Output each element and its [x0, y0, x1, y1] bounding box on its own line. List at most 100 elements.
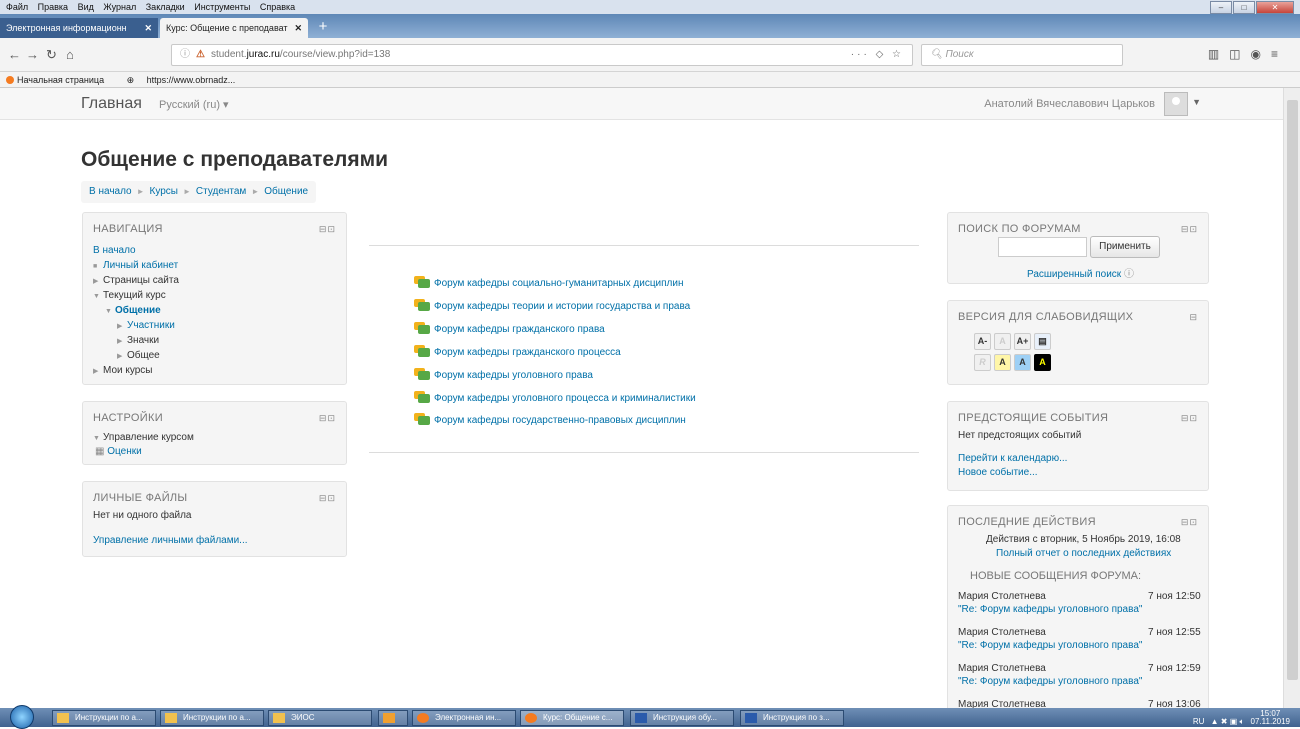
forum-link[interactable]: Форум кафедры социально-гуманитарных дис… — [414, 276, 684, 289]
insecure-lock-icon[interactable]: ⚠ — [196, 49, 205, 60]
user-name[interactable]: Анатолий Вячеславович Царьков — [984, 98, 1155, 110]
forum-link[interactable]: Форум кафедры уголовного права — [414, 368, 593, 381]
advanced-search-link[interactable]: Расширенный поиск ⓘ — [1027, 265, 1134, 280]
url-bar[interactable]: ⓘ ⚠ student.jurac.ru/course/view.php?id=13… — [171, 44, 913, 66]
font-increase-button[interactable]: A+ — [1014, 333, 1031, 350]
close-tab-icon[interactable]: ✕ — [294, 18, 302, 38]
help-icon[interactable]: ⓘ — [1124, 269, 1134, 280]
nav-current-course[interactable]: ▼ Текущий курс — [93, 290, 166, 301]
url-path: /course/view.php?id=138 — [279, 49, 391, 60]
color-black-button[interactable]: A — [1034, 354, 1051, 371]
hamburger-menu-icon[interactable]: ≡ — [1271, 47, 1288, 61]
color-yellow-button[interactable]: A — [994, 354, 1011, 371]
breadcrumb-courses[interactable]: Курсы — [150, 186, 178, 197]
menu-history[interactable]: Журнал — [103, 2, 136, 12]
nav-my-courses[interactable]: ▶ Мои курсы — [93, 365, 153, 376]
nav-badges[interactable]: ▶ Значки — [117, 335, 159, 346]
brand-link[interactable]: Главная — [81, 95, 142, 113]
taskbar-item[interactable]: ЭИОС — [268, 710, 372, 726]
sidebar-icon[interactable]: ◫ — [1229, 47, 1250, 61]
grades-link[interactable]: ▦ Оценки — [95, 446, 142, 457]
menu-help[interactable]: Справка — [260, 2, 295, 12]
manage-files-link[interactable]: Управление личными файлами... — [93, 535, 248, 546]
taskbar-item[interactable]: Инструкции по а... — [52, 710, 156, 726]
maximize-button[interactable]: □ — [1233, 1, 1255, 14]
extension-icon[interactable]: ◉ — [1251, 47, 1271, 61]
block-controls-icon[interactable]: ⊟⊡ — [319, 493, 336, 504]
nav-site-pages[interactable]: ▶ Страницы сайта — [93, 275, 179, 286]
nav-general[interactable]: ▶ Общее — [117, 350, 160, 361]
save-settings-icon[interactable]: ▤ — [1034, 333, 1051, 350]
font-reset-button[interactable]: A — [994, 333, 1011, 350]
block-controls-icon[interactable]: ⊟⊡ — [1181, 517, 1198, 528]
minimize-button[interactable]: – — [1210, 1, 1232, 14]
close-window-button[interactable]: ✕ — [1256, 1, 1294, 14]
nav-course-communication[interactable]: ▼ Общение — [105, 305, 161, 316]
menu-bookmarks[interactable]: Закладки — [146, 2, 185, 12]
menu-edit[interactable]: Правка — [38, 2, 68, 12]
block-controls-icon[interactable]: ⊟⊡ — [319, 413, 336, 424]
forward-icon[interactable]: → — [26, 47, 39, 62]
language-menu[interactable]: Русский (ru) ▾ — [159, 98, 229, 111]
page-scrollbar[interactable] — [1283, 88, 1300, 708]
breadcrumb-home[interactable]: В начало — [89, 186, 132, 197]
forum-link[interactable]: Форум кафедры гражданского права — [414, 322, 605, 335]
forum-search-input[interactable] — [998, 237, 1087, 257]
forum-link[interactable]: Форум кафедры государственно-правовых ди… — [414, 413, 686, 426]
nav-home-link[interactable]: В начало — [93, 245, 136, 256]
page-actions-icon[interactable]: ··· ◇ ☆ — [851, 45, 904, 65]
new-event-link[interactable]: Новое событие... — [958, 467, 1038, 478]
taskbar-item[interactable]: Электронная ин... — [412, 710, 516, 726]
reload-icon[interactable]: ↻ — [46, 47, 57, 63]
block-controls-icon[interactable]: ⊟⊡ — [1181, 413, 1198, 424]
taskbar-item[interactable]: Инструкции по а... — [160, 710, 264, 726]
tab-course[interactable]: Курс: Общение с преподават ✕ — [160, 18, 308, 38]
avatar[interactable] — [1164, 92, 1188, 116]
forum-link[interactable]: Форум кафедры гражданского процесса — [414, 345, 621, 358]
start-button[interactable] — [10, 705, 34, 729]
color-blue-button[interactable]: A — [1014, 354, 1031, 371]
close-tab-icon[interactable]: ✕ — [144, 18, 152, 38]
bookmark-obrnadzor[interactable]: ⊕ https://www.obrnadz... — [127, 75, 246, 85]
collapsed-arrow-icon: ▶ — [117, 353, 123, 360]
font-decrease-button[interactable]: A- — [974, 333, 991, 350]
toolbar-icons: ▥◫◉≡ — [1208, 47, 1288, 61]
breadcrumb-communication[interactable]: Общение — [264, 186, 308, 197]
menu-view[interactable]: Вид — [78, 2, 94, 12]
block-controls-icon[interactable]: ⊟ — [1189, 312, 1198, 323]
user-menu-caret-icon[interactable]: ▼ — [1192, 97, 1201, 107]
taskbar-outlook[interactable] — [378, 710, 408, 726]
taskbar-item[interactable]: Инструкция по з... — [740, 710, 844, 726]
menu-file[interactable]: Файл — [6, 2, 28, 12]
full-report-link[interactable]: Полный отчет о последних действиях — [996, 548, 1171, 559]
post-subject-link[interactable]: "Re: Форум кафедры уголовного права" — [958, 604, 1142, 615]
info-icon[interactable]: ⓘ — [180, 45, 190, 65]
browser-search-input[interactable]: 🔍︎ Поиск — [921, 44, 1123, 66]
home-icon[interactable]: ⌂ — [66, 47, 74, 62]
tab-eios[interactable]: Электронная информационн ✕ — [0, 18, 158, 38]
nav-dashboard[interactable]: ■ Личный кабинет — [93, 260, 178, 271]
scrollbar-thumb[interactable] — [1287, 100, 1298, 680]
block-controls-icon[interactable]: ⊟⊡ — [1181, 224, 1198, 235]
calendar-link[interactable]: Перейти к календарю... — [958, 453, 1067, 464]
course-admin-item[interactable]: ▼ Управление курсом — [93, 432, 194, 443]
forum-link[interactable]: Форум кафедры уголовного процесса и крим… — [414, 391, 696, 404]
bookmark-home[interactable]: Начальная страница — [6, 75, 114, 85]
color-reset-button[interactable]: R — [974, 354, 991, 371]
nav-participants[interactable]: ▶ Участники — [117, 320, 175, 331]
new-tab-icon[interactable]: + — [314, 18, 332, 36]
language-indicator[interactable]: RU — [1193, 717, 1205, 726]
menu-tools[interactable]: Инструменты — [194, 2, 250, 12]
tray-icons[interactable]: ▲ ✖ ▣ 🔈︎ — [1211, 717, 1245, 726]
block-controls-icon[interactable]: ⊟⊡ — [319, 224, 336, 235]
apply-search-button[interactable]: Применить — [1090, 236, 1160, 258]
library-icon[interactable]: ▥ — [1208, 47, 1229, 61]
taskbar-item[interactable]: Инструкция обу... — [630, 710, 734, 726]
post-subject-link[interactable]: "Re: Форум кафедры уголовного права" — [958, 676, 1142, 687]
clock[interactable]: 15:07 07.11.2019 — [1251, 710, 1290, 726]
taskbar-item[interactable]: Курс: Общение с... — [520, 710, 624, 726]
back-icon[interactable]: ← — [8, 47, 21, 62]
breadcrumb-students[interactable]: Студентам — [196, 186, 246, 197]
post-subject-link[interactable]: "Re: Форум кафедры уголовного права" — [958, 640, 1142, 651]
forum-link[interactable]: Форум кафедры теории и истории государст… — [414, 299, 690, 312]
